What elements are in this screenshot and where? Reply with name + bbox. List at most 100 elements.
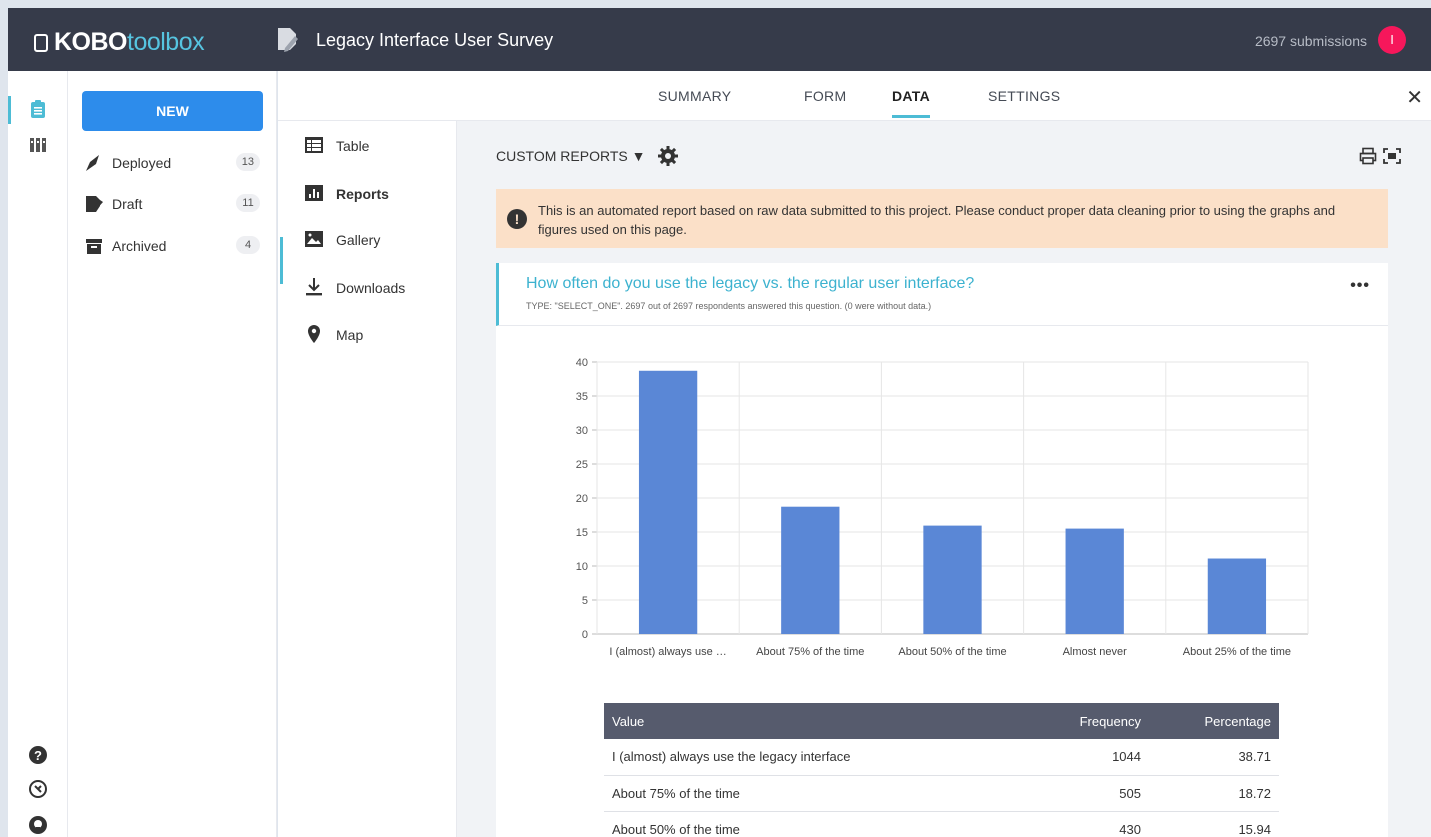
x-tick-label: I (almost) always use … xyxy=(609,646,726,658)
table-cell: 38.71 xyxy=(1149,739,1279,776)
more-options-icon[interactable]: ••• xyxy=(1350,277,1370,295)
clipboard-icon[interactable] xyxy=(28,99,48,119)
y-tick-label: 15 xyxy=(576,527,588,539)
support-icon[interactable] xyxy=(28,779,48,799)
y-tick-label: 25 xyxy=(576,459,588,471)
map-pin-icon xyxy=(308,325,320,343)
sidebar-item-archived[interactable]: Archived 4 xyxy=(84,234,260,258)
gear-icon[interactable] xyxy=(657,145,679,167)
table-cell: About 75% of the time xyxy=(604,775,1039,812)
draft-icon xyxy=(86,196,103,212)
project-icon xyxy=(278,28,298,52)
x-tick-label: About 50% of the time xyxy=(898,646,1006,658)
table-cell: 430 xyxy=(1039,811,1149,837)
subnav-label: Gallery xyxy=(336,232,381,248)
bar xyxy=(1065,528,1124,634)
table-row: About 75% of the time 505 18.72 xyxy=(604,775,1279,812)
column-header: Value xyxy=(604,703,1039,739)
subnav-downloads[interactable]: Downloads xyxy=(304,277,444,301)
column-header: Percentage xyxy=(1149,703,1279,739)
question-meta: TYPE: "SELECT_ONE". 2697 out of 2697 res… xyxy=(526,301,932,311)
project-sidebar: NEW Deployed 13 Draft 11 Archived 4 xyxy=(68,71,277,837)
tab-summary[interactable]: SUMMARY xyxy=(658,88,731,104)
archive-icon xyxy=(86,239,102,254)
fullscreen-icon[interactable] xyxy=(1383,147,1401,165)
question-title: How often do you use the legacy vs. the … xyxy=(526,275,975,292)
table-cell: 505 xyxy=(1039,775,1149,812)
frequency-table: Value Frequency Percentage I (almost) al… xyxy=(604,703,1279,837)
tab-form[interactable]: FORM xyxy=(804,88,846,104)
subnav-reports[interactable]: Reports xyxy=(304,183,444,207)
table-cell: 15.94 xyxy=(1149,811,1279,837)
bar xyxy=(1207,558,1267,634)
rail-active-indicator xyxy=(8,96,11,124)
x-tick-label: About 75% of the time xyxy=(756,646,864,658)
submission-count: 2697 submissions xyxy=(1254,33,1367,49)
subnav-map[interactable]: Map xyxy=(304,324,444,348)
gallery-icon xyxy=(305,231,323,247)
sidebar-item-label: Draft xyxy=(112,196,143,212)
warning-banner: ! This is an automated report based on r… xyxy=(496,189,1388,248)
help-icon[interactable]: ? xyxy=(28,745,48,765)
alert-icon: ! xyxy=(507,209,527,229)
y-tick-label: 0 xyxy=(582,629,588,641)
project-title[interactable]: Legacy Interface User Survey xyxy=(316,30,553,51)
subnav-label: Downloads xyxy=(336,280,406,296)
rocket-icon xyxy=(86,155,99,171)
tab-data[interactable]: DATA xyxy=(892,88,930,104)
avatar[interactable]: I xyxy=(1378,26,1406,54)
reports-content: CUSTOM REPORTS ▼ ! This is an automated … xyxy=(457,121,1431,837)
main-panel: SUMMARY FORM DATA SETTINGS ✕ Table Repor… xyxy=(278,71,1431,837)
table-cell: 1044 xyxy=(1039,739,1149,776)
print-icon[interactable] xyxy=(1359,147,1377,165)
subnav-table[interactable]: Table xyxy=(304,135,444,159)
column-header: Frequency xyxy=(1039,703,1149,739)
x-tick-label: About 25% of the time xyxy=(1183,646,1291,658)
table-cell: 18.72 xyxy=(1149,775,1279,812)
kobo-logo[interactable]: KOBOtoolbox xyxy=(34,28,205,57)
question-report-card: How often do you use the legacy vs. the … xyxy=(496,263,1388,837)
sidebar-item-label: Archived xyxy=(112,238,167,254)
sidebar-item-label: Deployed xyxy=(112,155,172,171)
bar xyxy=(638,370,698,634)
subnav-active-indicator xyxy=(280,237,283,284)
sidebar-item-deployed[interactable]: Deployed 13 xyxy=(84,151,260,175)
close-icon[interactable]: ✕ xyxy=(1406,85,1423,110)
y-tick-label: 40 xyxy=(576,357,588,369)
y-tick-label: 35 xyxy=(576,391,588,403)
data-subnav: Table Reports Gallery Downloads Map xyxy=(278,121,457,837)
y-tick-label: 5 xyxy=(582,595,588,607)
logo-mark-icon xyxy=(34,34,48,52)
svg-text:?: ? xyxy=(34,748,42,763)
x-tick-label: Almost never xyxy=(1063,646,1128,658)
subnav-label: Table xyxy=(336,138,370,154)
subnav-label: Map xyxy=(336,327,364,343)
custom-reports-dropdown[interactable]: CUSTOM REPORTS ▼ xyxy=(496,148,645,164)
download-icon xyxy=(306,278,322,296)
library-icon[interactable] xyxy=(28,135,48,155)
table-cell: About 50% of the time xyxy=(604,811,1039,837)
y-tick-label: 10 xyxy=(576,561,588,573)
sidebar-item-draft[interactable]: Draft 11 xyxy=(84,192,260,216)
github-icon[interactable] xyxy=(28,815,48,835)
subnav-gallery[interactable]: Gallery xyxy=(304,229,444,253)
tab-bar: SUMMARY FORM DATA SETTINGS ✕ xyxy=(278,71,1431,121)
count-badge: 11 xyxy=(236,194,260,212)
bar xyxy=(923,525,982,634)
reports-icon xyxy=(305,185,323,201)
bar-chart: 0 5 10 15 20 25 30 35 40 I (almost) always use … A… xyxy=(576,357,1309,658)
count-badge: 4 xyxy=(236,236,260,254)
table-header-row: Value Frequency Percentage xyxy=(604,703,1279,739)
new-button[interactable]: NEW xyxy=(82,91,263,131)
table-row: I (almost) always use the legacy interfa… xyxy=(604,739,1279,776)
subnav-label: Reports xyxy=(336,186,389,202)
icon-rail: ? xyxy=(8,71,68,837)
active-tab-indicator xyxy=(892,115,930,118)
count-badge: 13 xyxy=(235,153,260,171)
tab-settings[interactable]: SETTINGS xyxy=(988,88,1060,104)
table-icon xyxy=(305,137,323,153)
question-header: How often do you use the legacy vs. the … xyxy=(496,263,1388,326)
y-tick-label: 30 xyxy=(576,425,588,437)
bar xyxy=(781,506,840,634)
warning-text: This is an automated report based on raw… xyxy=(538,203,1336,237)
